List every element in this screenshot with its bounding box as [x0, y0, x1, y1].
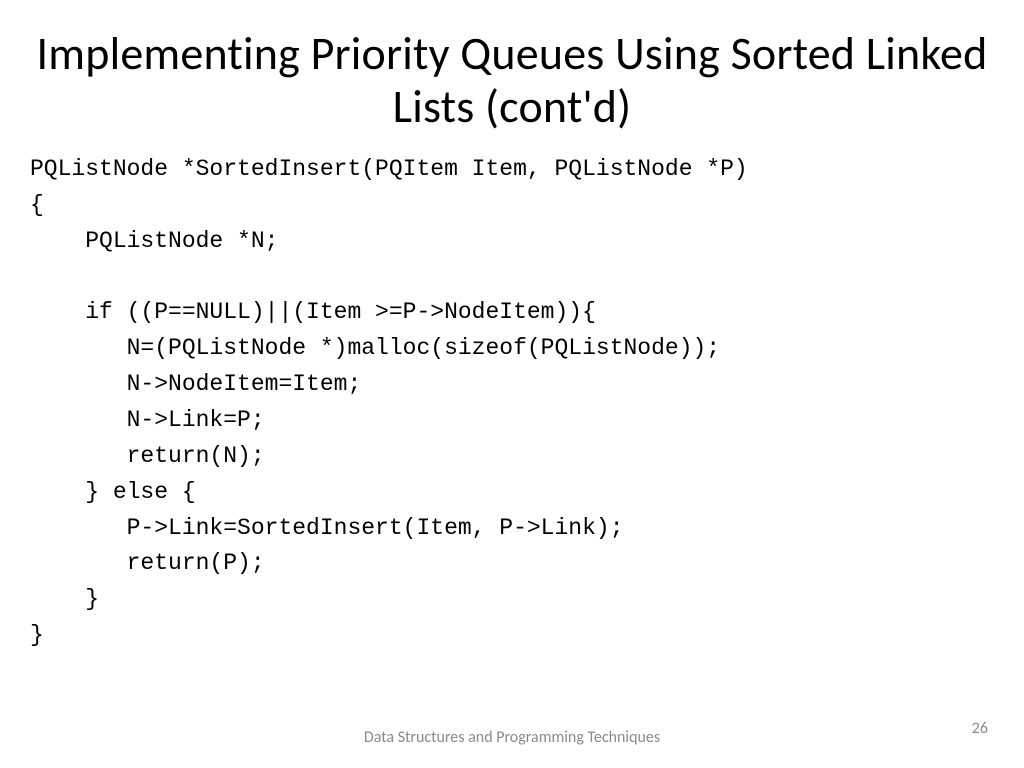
page-number: 26 — [972, 719, 988, 738]
footer-text: Data Structures and Programming Techniqu… — [364, 728, 660, 748]
slide-footer: Data Structures and Programming Techniqu… — [0, 728, 1024, 748]
slide-title: Implementing Priority Queues Using Sorte… — [30, 28, 994, 134]
code-block: PQListNode *SortedInsert(PQItem Item, PQ… — [30, 152, 994, 654]
slide: Implementing Priority Queues Using Sorte… — [0, 0, 1024, 768]
